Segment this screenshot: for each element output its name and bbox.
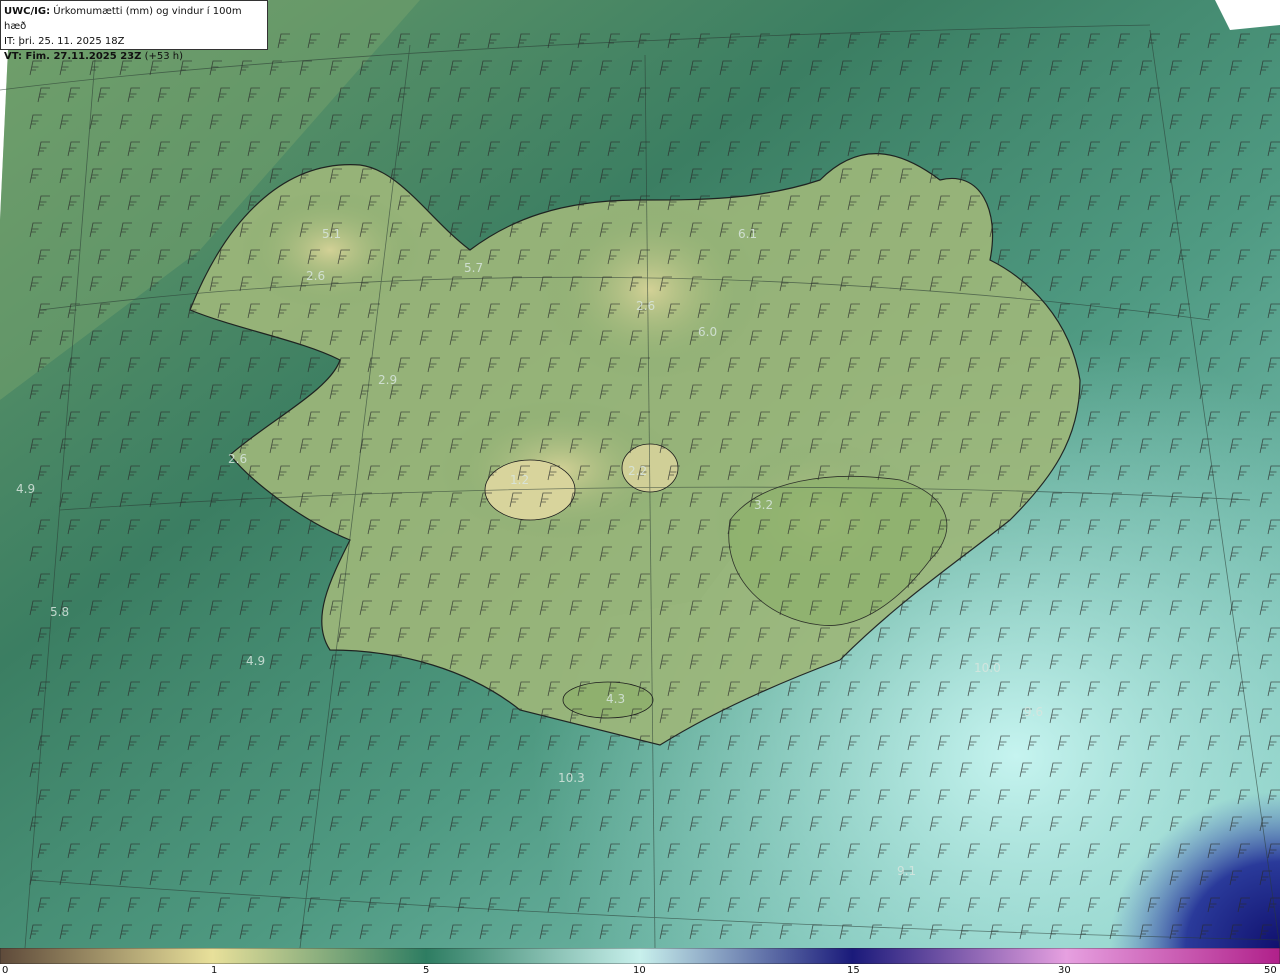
colorbar-tick: 10 [633,965,646,976]
colorbar-gradient [0,948,1280,964]
header-line-valid-time: VT: Fim. 27.11.2025 23Z (+53 h) [4,49,264,64]
value-label: 5.8 [50,605,69,619]
value-label: 9.6 [1024,705,1043,719]
colorbar-tick: 1 [211,965,218,976]
value-label: 4.3 [606,692,625,706]
value-label: 2.9 [378,373,397,387]
colorbar-tick: 5 [423,965,430,976]
value-label: 2.6 [306,269,325,283]
value-label: 6.0 [698,325,717,339]
forecast-lead: (+53 h) [144,51,183,62]
colorbar-tick: 30 [1058,965,1071,976]
value-label: 2.6 [636,299,655,313]
value-label: 6.1 [738,227,757,241]
value-label: 2.2 [628,464,647,478]
value-label: 3.2 [754,498,773,512]
highland-north [540,200,760,380]
colorbar [0,948,1280,964]
value-label: 4.9 [246,654,265,668]
colorbar-tick: 50 [1264,965,1277,976]
colorbar-tick-labels: 0 1 5 10 15 30 50 [0,964,1280,978]
value-label: 9.1 [897,864,916,878]
value-label: 10.3 [558,771,585,785]
map-header: UWC/IG: Úrkomumætti (mm) og vindur í 100… [0,0,268,62]
header-line-init-time: IT: þri. 25. 11. 2025 18Z [4,36,125,47]
value-label: 4.9 [16,482,35,496]
value-label: 1.2 [510,473,529,487]
precipitation-map: 5.1 5.7 2.6 2.9 6.1 2.6 6.0 2.6 4.9 1.2 … [0,0,1280,948]
header-line-product: UWC/IG: Úrkomumætti (mm) og vindur í 100… [4,4,264,34]
colorbar-tick: 0 [2,965,9,976]
valid-time: VT: Fim. 27.11.2025 23Z [4,51,142,62]
value-label: 2.6 [228,452,247,466]
value-label: 10.0 [974,661,1001,675]
product-code: UWC/IG: [4,6,51,17]
value-label: 5.7 [464,261,483,275]
value-label: 5.1 [322,227,341,241]
highland-west [240,190,420,310]
colorbar-tick: 15 [847,965,860,976]
